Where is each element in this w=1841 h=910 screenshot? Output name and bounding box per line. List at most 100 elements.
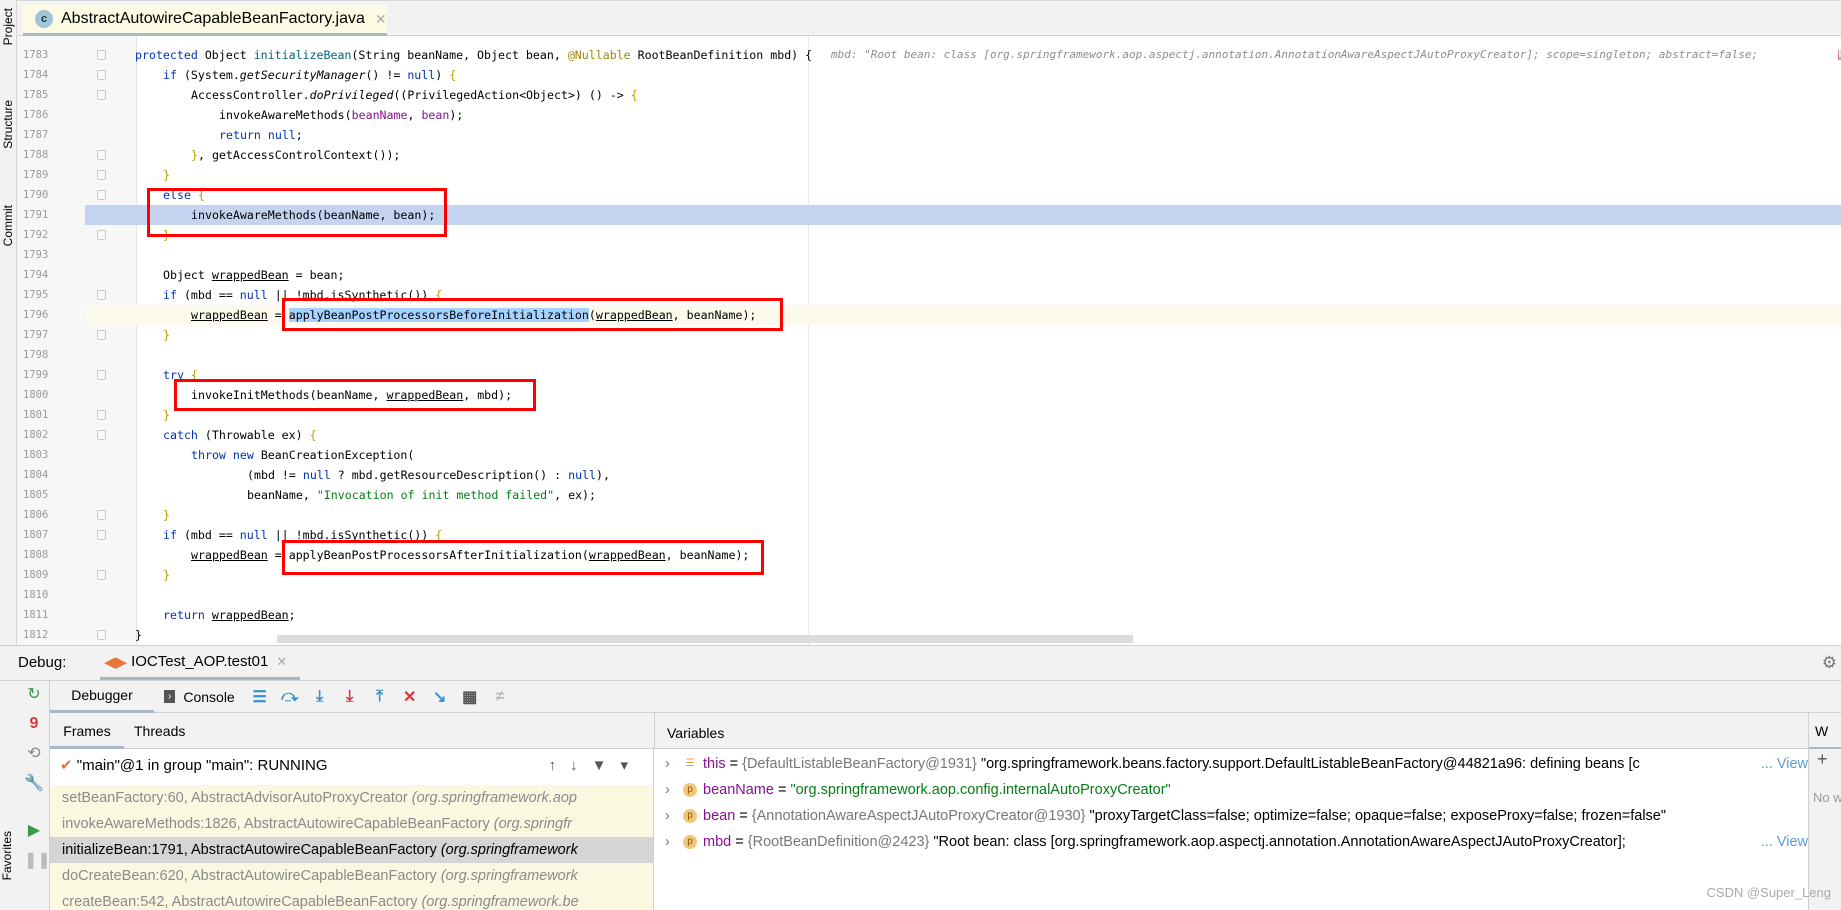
reader-mode-icon[interactable]: 📖 bbox=[1837, 46, 1841, 63]
expand-arrow-icon[interactable]: › bbox=[665, 752, 683, 776]
fold-marker-icon[interactable] bbox=[97, 430, 106, 440]
resume-breakpoints-icon[interactable]: 9 bbox=[24, 714, 44, 734]
resume-program-icon[interactable]: ▶ bbox=[24, 821, 44, 841]
code-token: } bbox=[135, 628, 142, 642]
fold-marker-icon[interactable] bbox=[97, 330, 106, 340]
thread-nav-icons[interactable]: ↑↓▼▾ bbox=[549, 749, 642, 783]
code-line: 1798 bbox=[17, 345, 1841, 365]
code-token: beanName bbox=[351, 108, 408, 122]
project-tool-tab[interactable]: Project bbox=[1, 8, 15, 45]
code-token: throw new bbox=[191, 448, 261, 462]
step-into-icon[interactable]: ⤓ bbox=[305, 688, 335, 706]
favorites-tool-tab[interactable]: Favorites bbox=[0, 831, 14, 880]
variable-row[interactable]: › p bean = {AnnotationAwareAspectJAutoProx… bbox=[655, 804, 1808, 828]
run-to-cursor-icon[interactable]: ↘ bbox=[425, 687, 455, 707]
stack-frame[interactable]: initializeBean:1791, AbstractAutowireCap… bbox=[50, 837, 653, 863]
close-session-icon[interactable]: ✕ bbox=[276, 654, 287, 670]
drop-frame-icon[interactable]: ✕ bbox=[395, 687, 425, 707]
commit-tool-tab[interactable]: Commit bbox=[1, 205, 15, 246]
line-number: 1812 bbox=[23, 629, 49, 641]
thread-selector[interactable]: ✔ "main"@1 in group "main": RUNNING ↑↓▼▾ bbox=[50, 749, 653, 783]
pause-icon[interactable]: ❚❚ bbox=[24, 851, 51, 871]
fold-marker-icon[interactable] bbox=[97, 190, 106, 200]
expand-arrow-icon[interactable]: › bbox=[665, 830, 683, 854]
fold-marker-icon[interactable] bbox=[97, 70, 106, 80]
fold-marker-icon[interactable] bbox=[97, 570, 106, 580]
expand-arrow-icon[interactable]: › bbox=[665, 804, 683, 828]
code-text: beanName, "Invocation of init method fai… bbox=[247, 485, 596, 505]
stack-frame[interactable]: setBeanFactory:60, AbstractAdvisorAutoPr… bbox=[50, 785, 653, 811]
add-watch-icon[interactable]: + bbox=[1809, 749, 1841, 770]
line-number: 1792 bbox=[23, 229, 49, 241]
code-token: , ex); bbox=[554, 488, 597, 502]
fold-marker-icon[interactable] bbox=[97, 150, 106, 160]
view-link[interactable]: ... View bbox=[1758, 752, 1808, 776]
code-editor[interactable]: 1783 protected Object initializeBean(Stri… bbox=[17, 36, 1841, 645]
step-out-icon[interactable]: ⤒ bbox=[365, 688, 395, 706]
console-label: Console bbox=[183, 688, 235, 705]
code-line: 1786 invokeAwareMethods(beanName, bean); bbox=[17, 105, 1841, 125]
code-token: (Throwable ex) bbox=[204, 428, 310, 442]
rerun-icon[interactable]: ↻ bbox=[24, 685, 44, 705]
force-step-into-icon[interactable]: ⤓ bbox=[335, 688, 365, 706]
frames-threads-tabs: Frames Threads bbox=[50, 713, 654, 749]
variable-row[interactable]: › ☰ this = {DefaultListableBeanFactory@193… bbox=[655, 752, 1808, 776]
stack-frame[interactable]: invokeAwareMethods:1826, AbstractAutowir… bbox=[50, 811, 653, 837]
frame-package: (org.springframework.aop bbox=[411, 790, 577, 806]
tab-debugger[interactable]: Debugger bbox=[50, 681, 154, 713]
view-link[interactable]: ... View bbox=[1758, 830, 1808, 854]
fold-marker-icon[interactable] bbox=[97, 510, 106, 520]
code-token: ? mbd.getResourceDescription() : bbox=[330, 468, 569, 482]
code-line: 1788}, getAccessControlContext()); bbox=[17, 145, 1841, 165]
horizontal-scrollbar[interactable] bbox=[277, 635, 1133, 643]
fold-marker-icon[interactable] bbox=[97, 630, 106, 640]
settings-gear-icon[interactable]: ⚙ bbox=[1822, 653, 1837, 673]
evaluate-expression-icon[interactable]: ▦ bbox=[455, 687, 485, 707]
restore-layout-icon[interactable]: ⟲ bbox=[24, 744, 44, 764]
variable-row[interactable]: › p mbd = {RootBeanDefinition@2423} "Root … bbox=[655, 830, 1808, 854]
fold-marker-icon[interactable] bbox=[97, 290, 106, 300]
code-token: if bbox=[163, 68, 184, 82]
line-number: 1802 bbox=[23, 429, 49, 441]
code-text: protected Object initializeBean(String b… bbox=[135, 45, 812, 65]
line-number: 1796 bbox=[23, 309, 49, 321]
debug-session-tab[interactable]: ◀▶ IOCTest_AOP.test01 ✕ bbox=[100, 646, 300, 680]
stack-frame[interactable]: createBean:542, AbstractAutowireCapableB… bbox=[50, 889, 653, 910]
structure-tool-tab[interactable]: Structure bbox=[1, 100, 15, 149]
variable-type: {AnnotationAwareAspectJAutoProxyCreator@… bbox=[751, 808, 1086, 824]
code-token: } bbox=[163, 508, 170, 522]
watches-tab[interactable]: W bbox=[1809, 713, 1841, 749]
equals-sign: = bbox=[731, 834, 748, 850]
expand-arrow-icon[interactable]: › bbox=[665, 778, 683, 802]
fold-marker-icon[interactable] bbox=[97, 50, 106, 60]
fold-marker-icon[interactable] bbox=[97, 230, 106, 240]
tab-frames[interactable]: Frames bbox=[50, 713, 124, 749]
code-text: AccessController.doPrivileged((Privilege… bbox=[191, 85, 638, 105]
fold-marker-icon[interactable] bbox=[97, 530, 106, 540]
fold-marker-icon[interactable] bbox=[97, 370, 106, 380]
fold-marker-icon[interactable] bbox=[97, 410, 106, 420]
code-line: 1784 if (System.getSecurityManager() != n… bbox=[17, 65, 1841, 85]
close-tab-icon[interactable]: ✕ bbox=[375, 11, 387, 28]
code-text: if (System.getSecurityManager() != null)… bbox=[163, 65, 456, 85]
code-token: initializeBean bbox=[253, 48, 352, 62]
parameter-icon: p bbox=[683, 835, 697, 850]
fold-marker-icon[interactable] bbox=[97, 90, 106, 100]
fold-marker-icon[interactable] bbox=[97, 170, 106, 180]
variable-name: mbd bbox=[703, 834, 732, 850]
line-number: 1788 bbox=[23, 149, 49, 161]
step-over-icon[interactable]: ⤼ bbox=[275, 688, 305, 706]
line-number: 1807 bbox=[23, 529, 49, 541]
stack-frame[interactable]: doCreateBean:620, AbstractAutowireCapabl… bbox=[50, 863, 653, 889]
show-frames-icon[interactable]: ☰ bbox=[245, 687, 275, 707]
code-text: } bbox=[135, 625, 142, 645]
code-token: } bbox=[163, 568, 170, 582]
tab-console[interactable]: › Console bbox=[164, 689, 235, 705]
wrench-icon[interactable]: 🔧 bbox=[24, 774, 44, 794]
code-text: } bbox=[163, 165, 170, 185]
tab-threads[interactable]: Threads bbox=[134, 713, 185, 749]
file-tab[interactable]: c AbstractAutowireCapableBeanFactory.jav… bbox=[23, 5, 387, 37]
variable-row[interactable]: › p beanName = "org.springframework.aop.co… bbox=[655, 778, 1808, 802]
trace-stream-icon[interactable]: ≠ bbox=[485, 688, 515, 706]
line-number: 1784 bbox=[23, 69, 49, 81]
